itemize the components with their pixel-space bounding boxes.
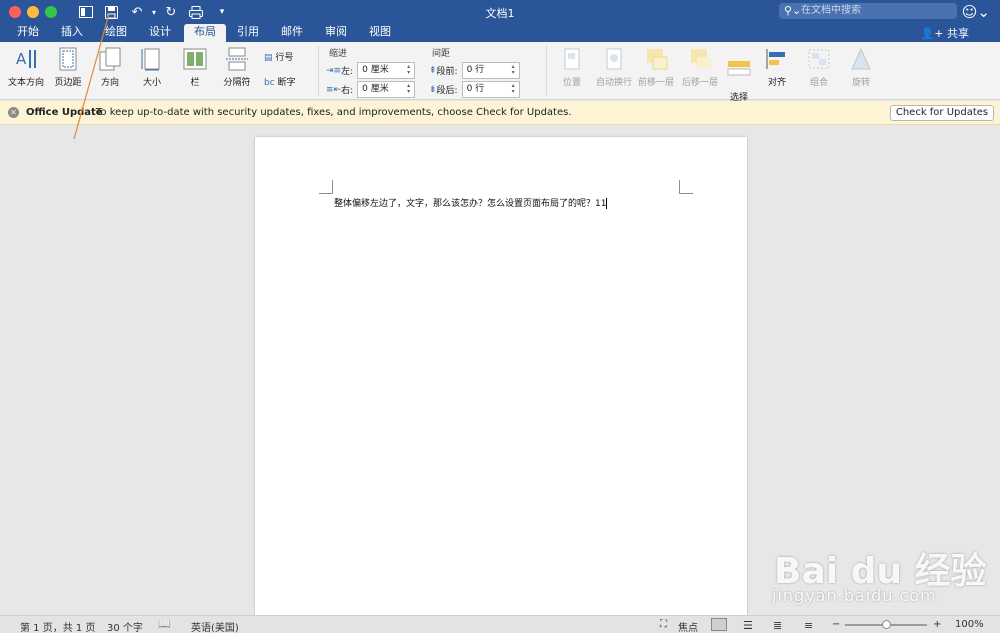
hyphenation-icon: bc xyxy=(264,78,278,88)
hyphenation-button[interactable]: bc 断字 xyxy=(264,75,312,88)
group-icon xyxy=(806,47,832,71)
update-bar-title: Office Update xyxy=(26,107,103,118)
language-indicator[interactable]: 英语(美国) xyxy=(191,619,239,633)
spacing-before-field[interactable]: 0 行 xyxy=(461,62,520,79)
position-icon xyxy=(559,47,585,71)
spacing-after-icon: ⇟ xyxy=(429,84,437,95)
office-update-bar: ✕ Office Update To keep up-to-date with … xyxy=(0,101,1000,125)
spacing-group-label: 间距 xyxy=(432,49,451,59)
title-bar: ↶ ▾ ↻ ▾ 文档1 ⚲⌄ 在文档中搜索 ☺⌄ xyxy=(0,0,1000,24)
zoom-slider-knob[interactable] xyxy=(882,620,891,629)
tab-references[interactable]: 引用 xyxy=(229,24,267,42)
check-for-updates-button[interactable]: Check for Updates xyxy=(890,105,994,121)
text-cursor xyxy=(606,198,608,209)
bring-forward-icon xyxy=(643,47,669,71)
indent-left-row: ⇥≡ 左: 0 厘米 xyxy=(326,62,416,79)
spacing-after-field[interactable]: 0 行 xyxy=(461,81,520,98)
ribbon-separator xyxy=(318,46,319,96)
ribbon-layout: A 文本方向 页边距 方向 大小 栏 分隔符 ▤ 行号 bc 断字 缩进 ⇥≡ … xyxy=(0,42,1000,113)
breaks-icon xyxy=(224,47,250,71)
tab-design[interactable]: 设计 xyxy=(141,24,179,42)
focus-mode-label[interactable]: 焦点 xyxy=(678,619,698,633)
send-backward-icon xyxy=(687,47,713,71)
share-button[interactable]: 👤+ 共享 xyxy=(921,25,969,41)
print-layout-view-icon[interactable] xyxy=(711,618,727,631)
zoom-out-button[interactable]: − xyxy=(832,619,840,630)
line-numbers-icon: ▤ xyxy=(264,53,276,63)
send-backward-button[interactable]: 后移一层 xyxy=(680,47,720,88)
wrap-text-icon xyxy=(601,47,627,71)
search-icon: ⚲⌄ xyxy=(784,4,802,17)
close-icon[interactable]: ✕ xyxy=(8,107,19,118)
zoom-slider[interactable] xyxy=(845,620,927,629)
ribbon-separator xyxy=(546,46,547,96)
columns-button[interactable]: 栏 xyxy=(178,47,212,88)
web-layout-view-icon[interactable]: ☰ xyxy=(743,619,753,632)
page-size-icon xyxy=(139,47,165,71)
feedback-smiley-icon[interactable]: ☺⌄ xyxy=(962,3,990,21)
indent-right-field[interactable]: 0 厘米 xyxy=(357,81,416,98)
selection-pane-icon xyxy=(726,57,752,81)
baidu-jingyan-watermark: Bai du 经验 jingyan.baidu.com xyxy=(762,522,994,612)
spacing-after-row: ⇟ 段后: 0 行 xyxy=(429,81,520,98)
focus-mode-icon[interactable]: ⛶ xyxy=(660,619,667,630)
wrap-text-button[interactable]: 自动换行 xyxy=(594,47,634,88)
document-body-text[interactable]: 整体偏移左边了，文字，那么该怎办？怎么设置页面布局了的呢？11 xyxy=(334,196,608,209)
ribbon-tab-bar: 开始 插入 绘图 设计 布局 引用 邮件 审阅 视图 👤+ 共享 xyxy=(0,24,1000,42)
proofing-icon[interactable]: 📖 xyxy=(158,619,170,630)
bring-forward-button[interactable]: 前移一层 xyxy=(636,47,676,88)
margins-button[interactable]: 页边距 xyxy=(50,47,86,88)
margin-corner-mark-left xyxy=(319,180,333,194)
tab-home[interactable]: 开始 xyxy=(9,24,47,42)
zoom-level[interactable]: 100% xyxy=(955,619,984,630)
size-button[interactable]: 大小 xyxy=(136,47,168,88)
search-placeholder: 在文档中搜索 xyxy=(801,5,861,16)
text-direction-icon: A xyxy=(13,47,39,71)
spacing-before-icon: ⇞ xyxy=(429,65,437,76)
indent-group-label: 缩进 xyxy=(329,49,348,59)
tab-insert[interactable]: 插入 xyxy=(53,24,91,42)
add-person-icon: 👤+ xyxy=(920,27,947,40)
rotate-button[interactable]: 旋转 xyxy=(846,47,876,88)
update-bar-message: To keep up-to-date with security updates… xyxy=(96,107,572,118)
search-input[interactable]: ⚲⌄ 在文档中搜索 xyxy=(779,3,957,19)
indent-right-row: ≡⇤ 右: 0 厘米 xyxy=(326,81,416,98)
indent-right-icon: ≡⇤ xyxy=(326,84,342,95)
rotate-icon xyxy=(848,47,874,71)
text-direction-button[interactable]: A 文本方向 xyxy=(6,47,46,88)
status-bar: 第 1 页，共 1 页 30 个字 📖 英语(美国) ⛶ 焦点 ☰ ≣ ≡ − … xyxy=(0,615,1000,633)
document-page[interactable]: 整体偏移左边了，文字，那么该怎办？怎么设置页面布局了的呢？11 xyxy=(255,137,747,617)
svg-text:A: A xyxy=(16,50,27,68)
outline-view-icon[interactable]: ≣ xyxy=(773,619,782,632)
tab-review[interactable]: 审阅 xyxy=(317,24,355,42)
zoom-in-button[interactable]: + xyxy=(933,619,941,630)
align-button[interactable]: 对齐 xyxy=(762,47,792,88)
columns-icon xyxy=(182,47,208,71)
margins-icon xyxy=(55,47,81,71)
line-numbers-button[interactable]: ▤ 行号 xyxy=(264,50,312,63)
indent-left-field[interactable]: 0 厘米 xyxy=(357,62,416,79)
tab-draw[interactable]: 绘图 xyxy=(97,24,135,42)
spacing-before-row: ⇞ 段前: 0 行 xyxy=(429,62,520,79)
group-button[interactable]: 组合 xyxy=(804,47,834,88)
draft-view-icon[interactable]: ≡ xyxy=(804,619,813,632)
align-icon xyxy=(764,47,790,71)
watermark-url: jingyan.baidu.com xyxy=(772,586,937,605)
word-count[interactable]: 30 个字 xyxy=(107,619,143,633)
margin-corner-mark-right xyxy=(679,180,693,194)
orientation-icon xyxy=(97,47,123,71)
position-button[interactable]: 位置 xyxy=(556,47,588,88)
breaks-button[interactable]: 分隔符 xyxy=(218,47,256,88)
tab-layout[interactable]: 布局 xyxy=(184,24,226,42)
indent-left-icon: ⇥≡ xyxy=(326,65,342,76)
tab-mailings[interactable]: 邮件 xyxy=(273,24,311,42)
orientation-button[interactable]: 方向 xyxy=(94,47,126,88)
tab-view[interactable]: 视图 xyxy=(361,24,399,42)
page-count[interactable]: 第 1 页，共 1 页 xyxy=(20,619,95,633)
